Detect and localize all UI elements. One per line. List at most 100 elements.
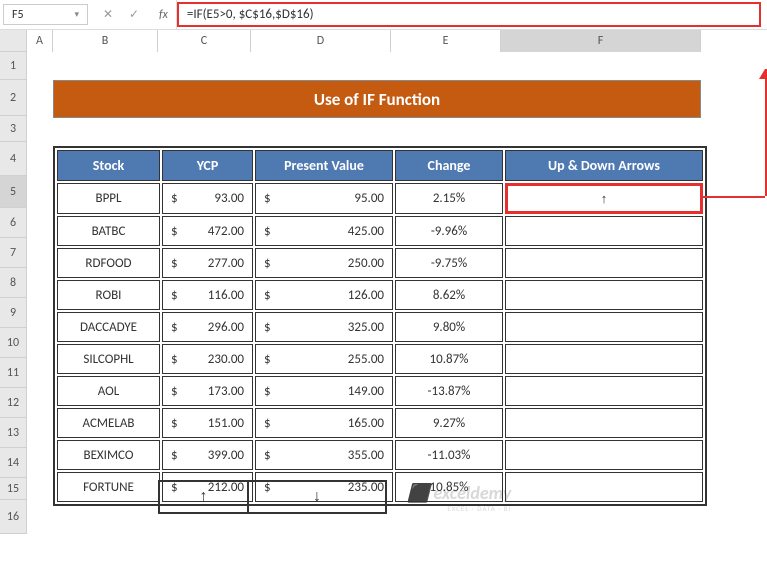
formula-text: =IF(E5>0, $C$16,$D$16)	[187, 7, 314, 22]
row-header[interactable]: 8	[0, 268, 26, 298]
row-header[interactable]: 9	[0, 298, 26, 328]
row-header[interactable]: 3	[0, 116, 26, 142]
cell-change[interactable]: 8.62%	[395, 280, 503, 310]
cell-ycp[interactable]: $230.00	[162, 344, 253, 374]
cell-stock[interactable]: ACMELAB	[57, 408, 160, 438]
row-header[interactable]: 7	[0, 238, 26, 268]
cell-stock[interactable]: BPPL	[57, 183, 160, 214]
table-row: BPPL $93.00 $95.00 2.15% ↑	[57, 183, 703, 214]
cell-ycp[interactable]: $399.00	[162, 440, 253, 470]
name-box-value: F5	[12, 8, 24, 22]
cell-arrow[interactable]	[505, 216, 703, 246]
column-headers-row: A B C D E F	[0, 30, 767, 52]
cell-pv[interactable]: $165.00	[255, 408, 393, 438]
col-header-A[interactable]: A	[27, 30, 53, 52]
stock-table: Stock YCP Present Value Change Up & Down…	[53, 146, 707, 506]
fx-label[interactable]: fx	[151, 0, 177, 29]
callout-line	[703, 196, 765, 198]
table-row: ROBI $116.00 $126.00 8.62%	[57, 280, 703, 310]
cell-change[interactable]: 9.80%	[395, 312, 503, 342]
th-stock: Stock	[57, 150, 160, 181]
table-row: RDFOOD $277.00 $250.00 -9.75%	[57, 248, 703, 278]
cell-stock[interactable]: BATBC	[57, 216, 160, 246]
row-header[interactable]: 12	[0, 388, 26, 418]
cell-ycp[interactable]: $472.00	[162, 216, 253, 246]
cell-arrow[interactable]	[505, 344, 703, 374]
cell-stock[interactable]: BEXIMCO	[57, 440, 160, 470]
row-header[interactable]: 6	[0, 208, 26, 238]
th-ycp: YCP	[162, 150, 253, 181]
cell-change[interactable]: -9.75%	[395, 248, 503, 278]
table-row: AOL $173.00 $149.00 -13.87%	[57, 376, 703, 406]
cell-arrow[interactable]	[505, 440, 703, 470]
cancel-icon[interactable]: ✕	[99, 6, 117, 24]
cell-change[interactable]: 10.87%	[395, 344, 503, 374]
cell-ycp[interactable]: $173.00	[162, 376, 253, 406]
cell-pv[interactable]: $355.00	[255, 440, 393, 470]
cell-arrow[interactable]	[505, 248, 703, 278]
row-header[interactable]: 16	[0, 500, 26, 534]
cell-arrow[interactable]	[505, 280, 703, 310]
select-all-corner[interactable]	[0, 30, 27, 52]
cell-pv[interactable]: $149.00	[255, 376, 393, 406]
cell-pv[interactable]: $126.00	[255, 280, 393, 310]
cell-change[interactable]: -9.96%	[395, 216, 503, 246]
cell-stock[interactable]: DACCADYE	[57, 312, 160, 342]
col-header-E[interactable]: E	[391, 30, 501, 52]
cell-stock[interactable]: AOL	[57, 376, 160, 406]
cell-change[interactable]: -11.03%	[395, 440, 503, 470]
cell-change[interactable]: 10.85%	[395, 472, 503, 502]
page-title: Use of IF Function	[53, 80, 701, 118]
row-header[interactable]: 13	[0, 418, 26, 448]
row-header[interactable]: 4	[0, 142, 26, 176]
cell-stock[interactable]: SILCOPHL	[57, 344, 160, 374]
formula-buttons: ✕ ✓	[91, 0, 151, 29]
cell-arrow[interactable]	[505, 472, 703, 502]
row-header[interactable]: 11	[0, 358, 26, 388]
cell-change[interactable]: 2.15%	[395, 183, 503, 214]
cell-ycp[interactable]: $116.00	[162, 280, 253, 310]
cell-pv[interactable]: $250.00	[255, 248, 393, 278]
up-arrow-cell[interactable]: ↑	[158, 480, 249, 514]
cell-arrow[interactable]	[505, 376, 703, 406]
col-header-C[interactable]: C	[158, 30, 251, 52]
cell-pv[interactable]: $255.00	[255, 344, 393, 374]
cell-pv[interactable]: $325.00	[255, 312, 393, 342]
row-header[interactable]: 14	[0, 448, 26, 478]
cell-ycp[interactable]: $296.00	[162, 312, 253, 342]
row-header[interactable]: 10	[0, 328, 26, 358]
table-row: DACCADYE $296.00 $325.00 9.80%	[57, 312, 703, 342]
dropdown-icon[interactable]: ▾	[74, 9, 79, 20]
cell-change[interactable]: 9.27%	[395, 408, 503, 438]
cell-stock[interactable]: ROBI	[57, 280, 160, 310]
table-header-row: Stock YCP Present Value Change Up & Down…	[57, 150, 703, 181]
cell-pv[interactable]: $425.00	[255, 216, 393, 246]
grid-content[interactable]: Use of IF Function ⬛ exceldemy EXCEL · D…	[27, 52, 767, 534]
table-row: BATBC $472.00 $425.00 -9.96%	[57, 216, 703, 246]
cell-ycp[interactable]: $277.00	[162, 248, 253, 278]
col-header-B[interactable]: B	[53, 30, 158, 52]
cell-ycp[interactable]: $93.00	[162, 183, 253, 214]
row-header[interactable]: 2	[0, 80, 26, 116]
confirm-icon[interactable]: ✓	[125, 6, 143, 24]
formula-input[interactable]: =IF(E5>0, $C$16,$D$16)	[177, 2, 761, 27]
name-box[interactable]: F5 ▾	[3, 4, 88, 25]
cell-arrow[interactable]	[505, 408, 703, 438]
cell-pv[interactable]: $95.00	[255, 183, 393, 214]
cell-arrow[interactable]: ↑	[505, 183, 703, 214]
table-row: SILCOPHL $230.00 $255.00 10.87%	[57, 344, 703, 374]
row-header[interactable]: 5	[0, 176, 26, 208]
cell-stock[interactable]: RDFOOD	[57, 248, 160, 278]
row-headers: 1 2 3 4 5 6 7 8 9 10 11 12 13 14 15 16	[0, 52, 27, 534]
row-header[interactable]: 15	[0, 478, 26, 500]
cell-arrow[interactable]	[505, 312, 703, 342]
col-header-F[interactable]: F	[501, 30, 701, 52]
th-pv: Present Value	[255, 150, 393, 181]
cell-change[interactable]: -13.87%	[395, 376, 503, 406]
row-header[interactable]: 1	[0, 52, 26, 80]
th-change: Change	[395, 150, 503, 181]
col-header-D[interactable]: D	[251, 30, 391, 52]
cell-ycp[interactable]: $151.00	[162, 408, 253, 438]
cell-stock[interactable]: FORTUNE	[57, 472, 160, 502]
down-arrow-cell[interactable]: ↓	[249, 480, 387, 514]
